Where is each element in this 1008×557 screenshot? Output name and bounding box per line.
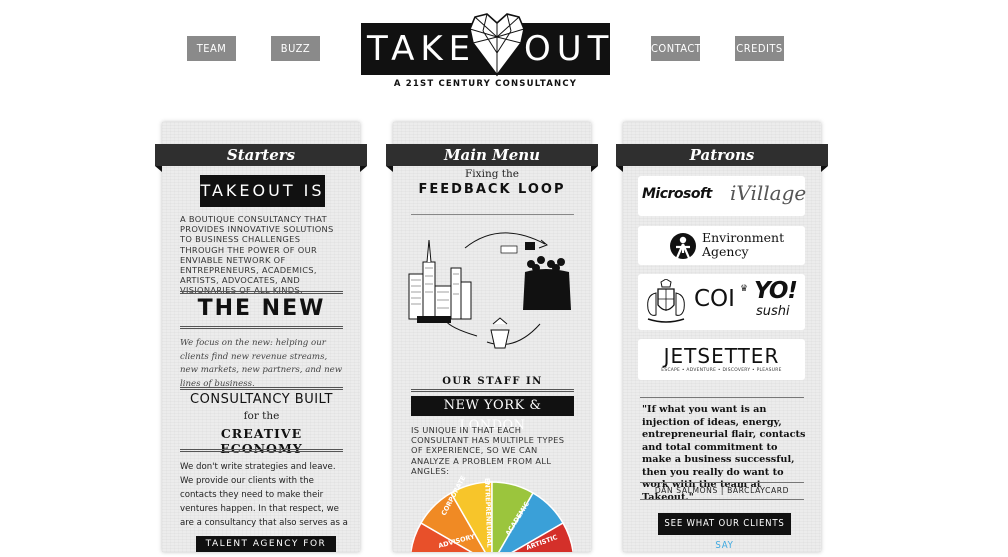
takeout-is-heading: TAKEOUT IS [200, 175, 325, 207]
divider [640, 499, 804, 500]
our-staff-in-heading: OUR STAFF IN [442, 376, 543, 387]
talent-agency-box: TALENT AGENCY FOR [196, 536, 336, 552]
feedback-loop-illustration [408, 232, 571, 349]
logo-word-take: TAKE [367, 29, 477, 69]
the-new-heading: THE NEW [197, 296, 326, 321]
royal-crest-icon [647, 279, 685, 323]
nav-credits-button[interactable]: CREDITS [735, 36, 784, 61]
consultancy-built-heading: CONSULTANCY BUILT [190, 392, 333, 407]
starters-ribbon: Starters [155, 144, 367, 172]
microsoft-logo: Microsoft [642, 186, 712, 202]
environment-logo-text: Environment [702, 230, 785, 245]
feedback-loop-heading: FEEDBACK LOOP [418, 182, 566, 197]
logo-tagline: A 21ST CENTURY CONSULTANCY [393, 79, 578, 89]
main-menu-column: Main Menu Fixing the FEEDBACK LOOP OUR S… [386, 122, 598, 552]
starters-column: Starters TAKEOUT IS A BOUTIQUE CONSULTAN… [155, 122, 367, 552]
ivillage-logo: iVillage [730, 181, 807, 205]
staff-text: IS UNIQUE IN THAT EACH CONSULTANT HAS MU… [411, 425, 565, 476]
divider [640, 482, 804, 483]
jetsetter-tagline: ESCAPE • ADVENTURE • DISCOVERY • PLEASUR… [661, 368, 782, 373]
nav-team-button[interactable]: TEAM [187, 36, 236, 61]
nav-contact-button[interactable]: CONTACT [651, 36, 701, 61]
cta-say: SAY [715, 540, 734, 551]
patron-card-environment-agency[interactable]: Environment Agency [638, 226, 805, 265]
for-the-text: for the [243, 410, 280, 422]
sushi-logo: sushi [756, 304, 790, 319]
divider [180, 291, 343, 294]
experience-wheel-chart: ADVISORY CORPORATE ENTREPRENEURIAL ACADE… [411, 474, 573, 552]
patron-card-microsoft-ivillage[interactable]: Microsoft iVillage [638, 176, 807, 216]
patron-card-jetsetter[interactable]: JETSETTER ESCAPE • ADVENTURE • DISCOVERY… [638, 339, 805, 380]
environment-agency-icon [670, 233, 696, 259]
fixing-the-text: Fixing the [465, 168, 519, 180]
the-new-text: We focus on the new: helping our clients… [180, 338, 343, 389]
divider [411, 389, 574, 392]
main-menu-ribbon: Main Menu [386, 144, 598, 172]
heart-box-icon [469, 13, 525, 77]
divider [411, 214, 574, 215]
coi-logo: COI [694, 286, 735, 312]
nav-buzz-button[interactable]: BUZZ [271, 36, 320, 61]
divider [180, 326, 343, 329]
starters-intro-text: A BOUTIQUE CONSULTANCY THAT PROVIDES INN… [180, 214, 334, 296]
see-clients-say-button[interactable]: SEE WHAT OUR CLIENTS SAY [658, 513, 791, 551]
divider [180, 449, 343, 452]
testimonial-attribution: DAN SALMONS | BARCLAYCARD [654, 486, 790, 495]
logo-word-out: OUT [524, 29, 615, 69]
patrons-column: Patrons Microsoft iVillage Environment A… [616, 122, 828, 552]
jetsetter-logo: JETSETTER [663, 344, 780, 368]
divider [180, 387, 343, 390]
new-york-london-heading: NEW YORK & LONDON [411, 396, 574, 433]
cta-prefix: SEE WHAT OUR CLIENTS [664, 518, 785, 529]
agency-logo-text: Agency [702, 244, 749, 259]
yo-logo: YO! [754, 278, 798, 304]
divider [640, 397, 804, 398]
crown-icon: ♛ [740, 284, 749, 294]
takeout-logo[interactable]: TAKE OUT A 21ST CENTURY CONSULTANCY [361, 13, 610, 91]
patron-card-coi-yo-sushi[interactable]: COI ♛ YO! sushi [638, 274, 805, 330]
patrons-ribbon: Patrons [616, 144, 828, 172]
strategy-text: We don't write strategies and leave. We … [180, 462, 348, 528]
